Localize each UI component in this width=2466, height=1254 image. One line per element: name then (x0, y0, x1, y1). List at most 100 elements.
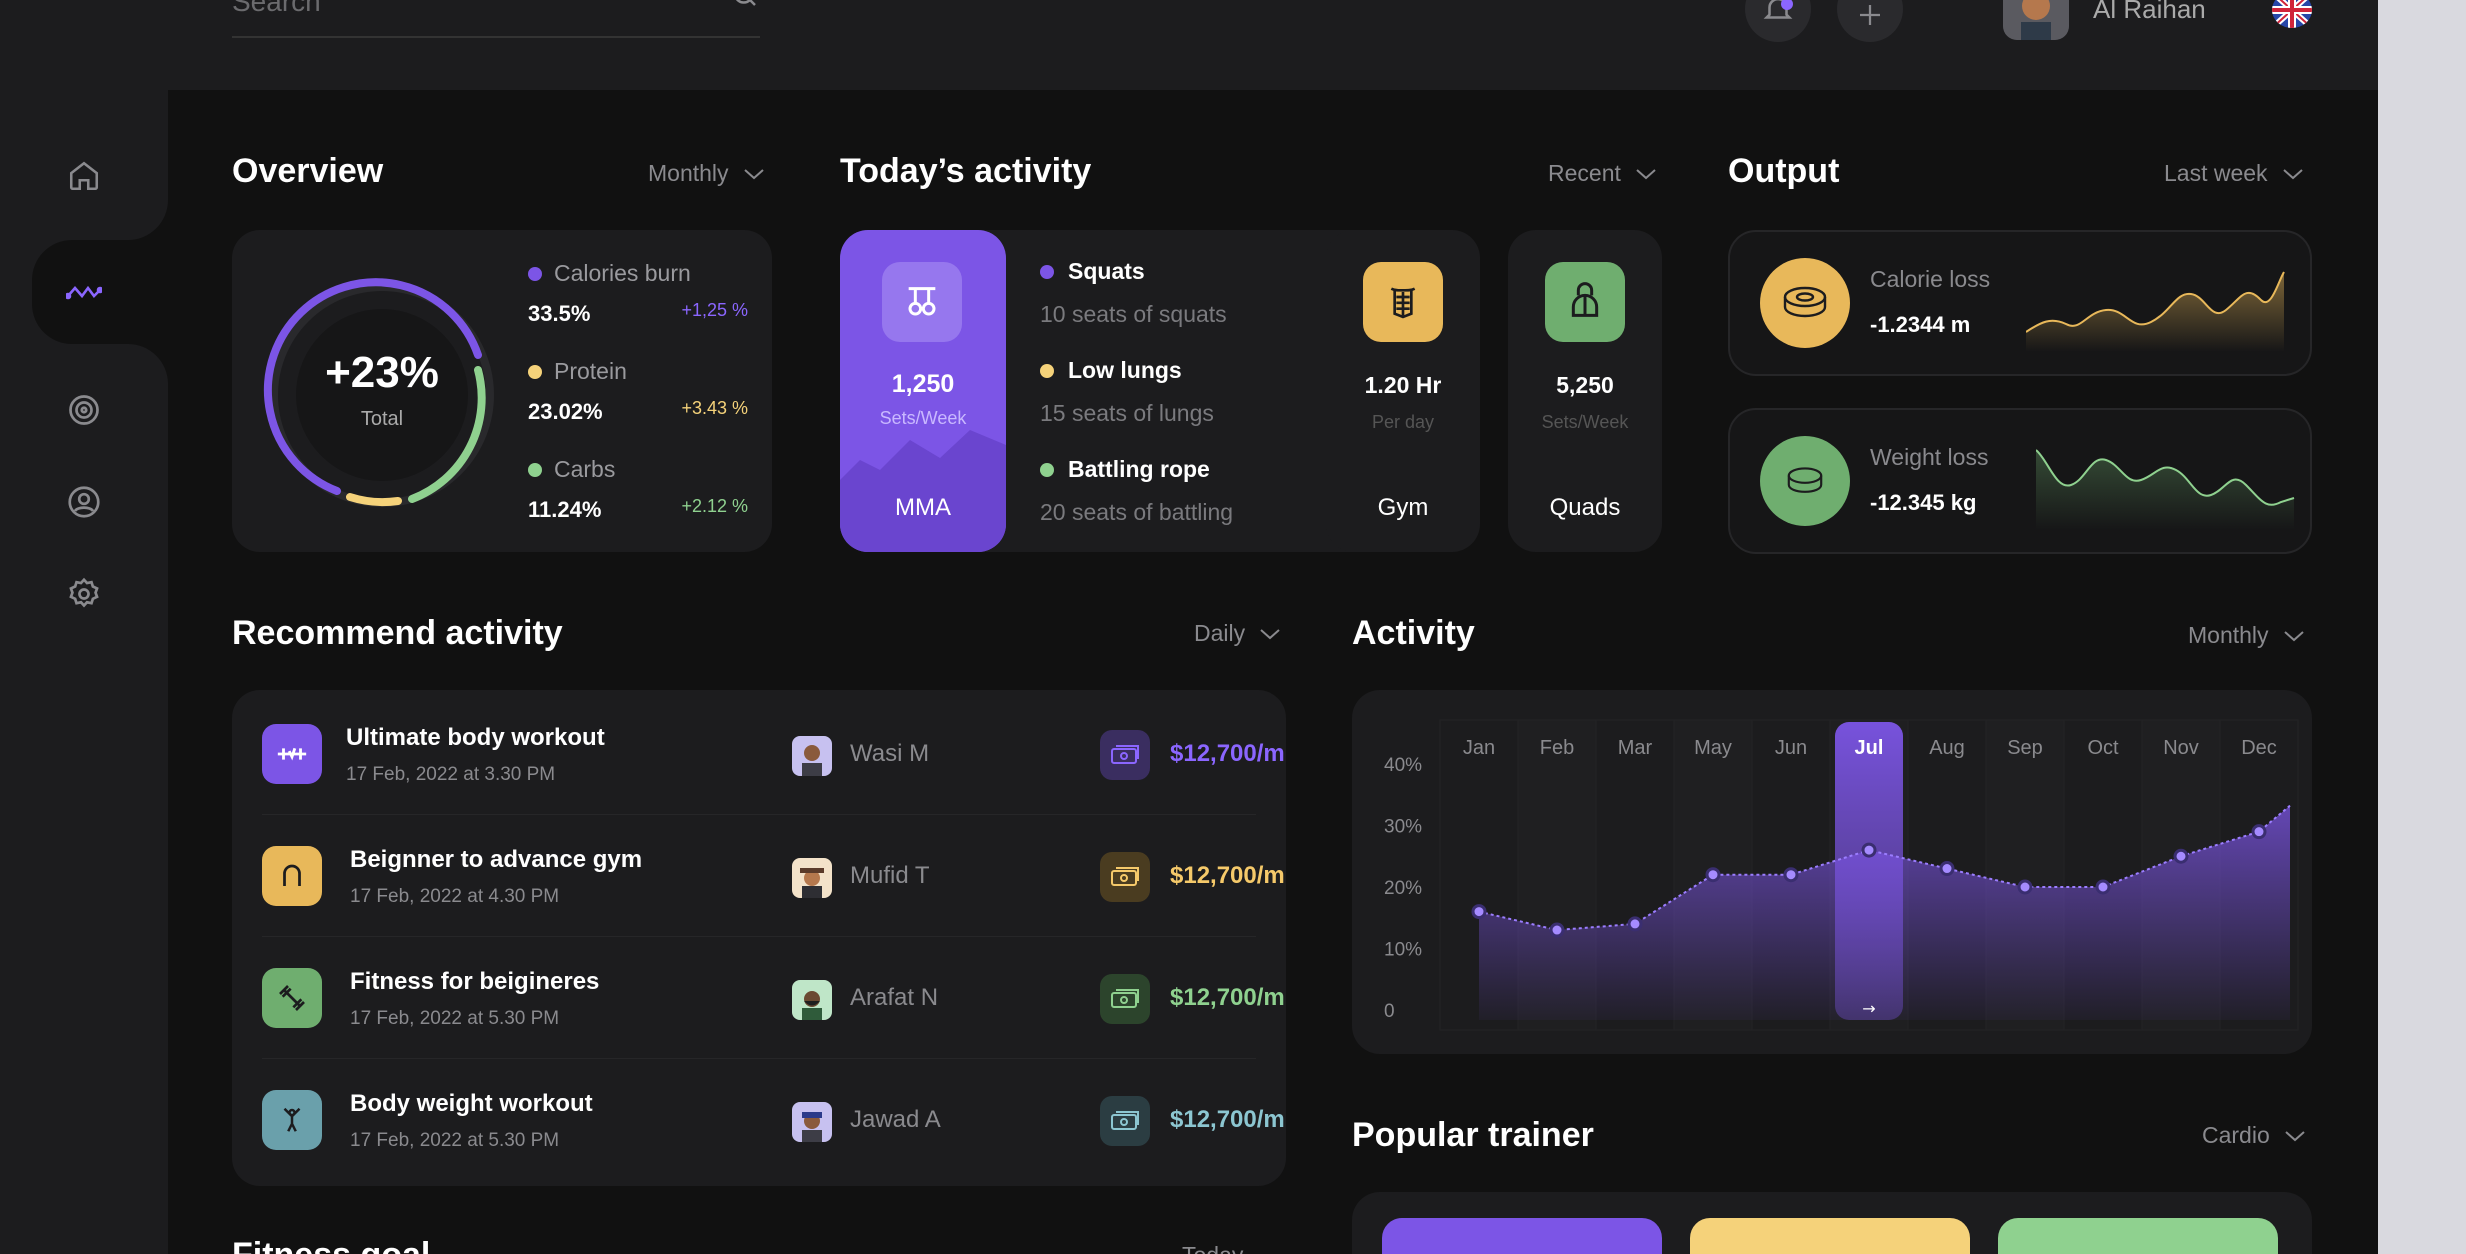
user-name[interactable]: Al Raihan (2093, 0, 2206, 25)
trainer-card[interactable] (1690, 1218, 1970, 1254)
overview-filter[interactable]: Monthly (648, 160, 765, 187)
trainer-card[interactable] (1382, 1218, 1662, 1254)
chevron-down-icon (2283, 630, 2304, 641)
popular-trainer-card (1352, 1192, 2312, 1254)
overview-filter-label: Monthly (648, 160, 729, 186)
horseshoe-magnet-icon (262, 846, 322, 906)
mma-featured-card[interactable]: 1,250 Sets/Week MMA (840, 230, 1006, 552)
legend-delta: +3.43 % (681, 398, 748, 418)
search-input[interactable]: Search (232, 0, 760, 38)
row-divider (262, 814, 1256, 815)
trainer-name: Arafat N (850, 984, 939, 1011)
recommend-row[interactable]: Ultimate body workout 17 Feb, 2022 at 3.… (262, 724, 1285, 846)
data-point (1861, 842, 1877, 858)
legend-name: Carbs (554, 456, 616, 482)
weight-loss-label: Weight loss (1870, 444, 1989, 470)
recommend-row[interactable]: Fitness for beigineres 17 Feb, 2022 at 5… (262, 968, 1285, 1090)
recommend-date: 17 Feb, 2022 at 4.30 PM (350, 886, 560, 907)
today-activity-filter[interactable]: Recent (1548, 160, 1657, 187)
y-tick-label: 40% (1384, 755, 1422, 776)
overview-item-calories: Calories burn 33.5% +1,25 % (528, 260, 748, 327)
treadmill-icon (262, 724, 322, 784)
activity-item-low-lungs[interactable]: Low lungs 15 seats of lungs (1040, 357, 1214, 427)
today-filter-label: Recent (1548, 160, 1621, 186)
dumbbell-icon (262, 968, 322, 1028)
month-label: May (1694, 737, 1732, 759)
activity-filter[interactable]: Monthly (2188, 622, 2305, 649)
chevron-down-icon (1260, 628, 1280, 639)
notification-button[interactable] (1745, 0, 1811, 42)
data-point (1783, 867, 1799, 883)
activity-name: Squats (1068, 258, 1145, 284)
popular-trainer-filter[interactable]: Cardio (2202, 1122, 2306, 1149)
price: $12,700/m (1170, 862, 1285, 889)
output-title: Output (1728, 152, 1840, 190)
activity-dot (1040, 363, 1054, 378)
activity-item-squats[interactable]: Squats 10 seats of squats (1040, 258, 1227, 328)
chevron-down-icon (743, 168, 764, 179)
recommend-title-text: Ultimate body workout (346, 724, 605, 751)
recommend-date: 17 Feb, 2022 at 5.30 PM (350, 1130, 560, 1151)
nav-profile[interactable] (60, 478, 108, 526)
recommend-filter[interactable]: Daily (1194, 620, 1281, 647)
activity-detail: 15 seats of lungs (1040, 400, 1214, 426)
mma-icon-box (882, 262, 962, 342)
chevron-down-icon (1636, 168, 1656, 179)
y-tick-label: 10% (1384, 940, 1422, 961)
mma-label: MMA (895, 494, 951, 521)
weight-loss-sparkline (2036, 449, 2295, 530)
nav-activity[interactable] (60, 268, 108, 316)
y-tick-label: 20% (1384, 878, 1422, 899)
data-point (2173, 848, 2189, 864)
search-placeholder: Search (232, 0, 321, 17)
gym-label: Gym (1377, 494, 1429, 521)
recommend-title-text: Body weight workout (350, 1090, 593, 1117)
add-button[interactable] (1837, 0, 1903, 42)
fitness-goal-filter-label: Today (1182, 1242, 1243, 1254)
nav-home[interactable] (60, 152, 108, 200)
fitness-goal-filter[interactable]: Today (1182, 1242, 1243, 1254)
trainer-card[interactable] (1998, 1218, 2278, 1254)
nav-curve-decoration (108, 180, 168, 240)
weight-loss-card[interactable]: Weight loss -12.345 kg (1728, 408, 2312, 554)
output-filter[interactable]: Last week (2164, 160, 2304, 187)
gym-stat-card[interactable]: 1.20 Hr Per day Gym (1326, 230, 1480, 552)
plus-icon (1860, 5, 1880, 25)
activity-item-battling-rope[interactable]: Battling rope 20 seats of battling (1040, 456, 1233, 526)
main-content: Overview Monthly +23% Total Calories bur… (168, 90, 2378, 1254)
recommend-row[interactable]: Body weight workout 17 Feb, 2022 at 5.30… (262, 1090, 1285, 1212)
activity-dot (1040, 264, 1054, 279)
top-bar: Search Al Raihan (0, 0, 2378, 90)
gym-icon-box (1363, 262, 1443, 342)
uk-flag-icon[interactable] (2272, 0, 2312, 28)
calorie-loss-value: -1.2344 m (1870, 312, 1971, 337)
user-avatar[interactable] (2003, 0, 2069, 40)
quads-icon-box (1545, 262, 1625, 342)
search-icon[interactable] (730, 0, 760, 10)
overview-total-value: +23% (325, 348, 439, 397)
quads-stat-card[interactable]: 5,250 Sets/Week Quads (1508, 230, 1662, 552)
activity-chart: Jan Feb Mar May Jun Jul Aug Sep Oct Nov Dec 40% 30% 2… (1384, 719, 2299, 1031)
active-month-marker: → (1862, 999, 1875, 1018)
overview-total-label: Total (360, 408, 404, 430)
recommend-title-text: Fitness for beigineres (350, 968, 600, 995)
home-icon (69, 161, 99, 191)
gym-unit: Per day (1371, 412, 1435, 432)
recommend-title-text: Beignner to advance gym (350, 846, 643, 873)
background-right (2378, 0, 2466, 1254)
month-label: Aug (1929, 737, 1965, 759)
y-tick-label: 30% (1384, 817, 1422, 838)
recommend-row[interactable]: Beignner to advance gym 17 Feb, 2022 at … (262, 846, 1285, 968)
data-point (1939, 861, 1955, 877)
legend-dot (528, 462, 542, 477)
month-label: Jun (1775, 737, 1807, 759)
nav-target[interactable] (60, 386, 108, 434)
calorie-loss-card[interactable]: Calorie loss -1.2344 m (1728, 230, 2312, 376)
month-label: Mar (1618, 737, 1653, 759)
quads-label: Quads (1549, 494, 1621, 521)
nav-settings[interactable] (60, 570, 108, 618)
kettlebell-icon (1571, 282, 1599, 317)
data-point (1705, 867, 1721, 883)
chevron-down-icon (2285, 1130, 2305, 1141)
price: $12,700/m (1170, 740, 1285, 767)
